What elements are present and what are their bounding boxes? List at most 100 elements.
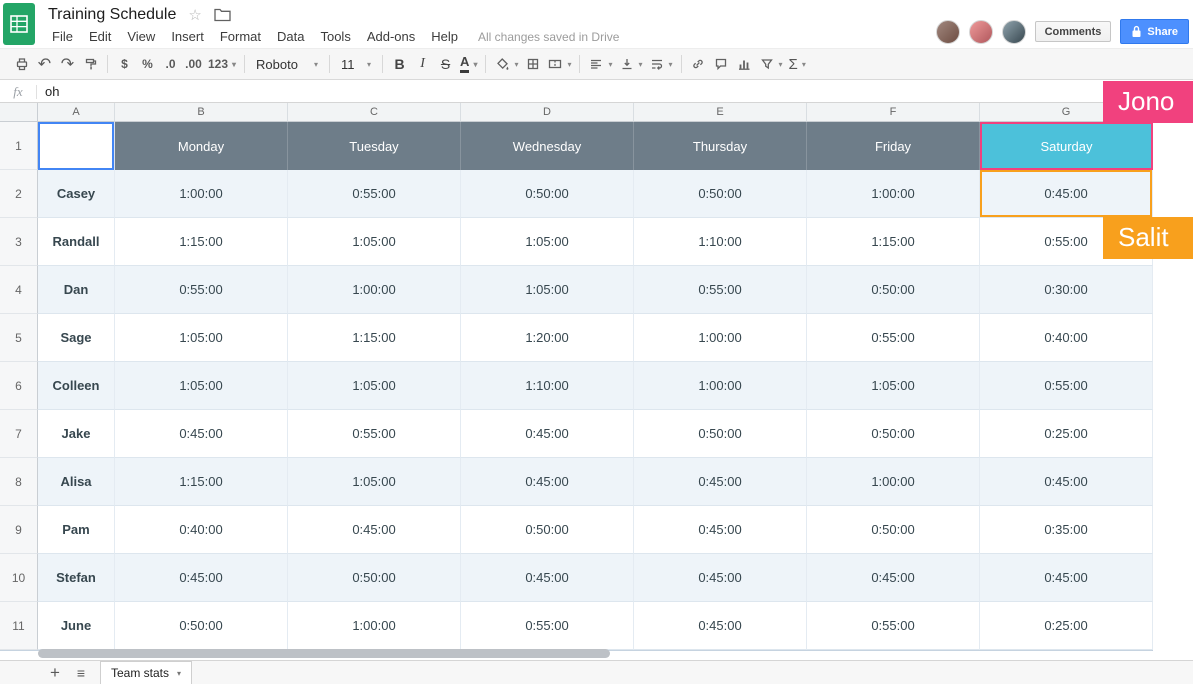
functions-button[interactable]: Σ ▾ [786, 52, 809, 76]
menu-edit[interactable]: Edit [81, 27, 119, 46]
paint-format-button[interactable] [79, 52, 102, 76]
cell-G2[interactable]: 0:45:00 [980, 170, 1153, 218]
star-icon[interactable]: ☆ [188, 8, 201, 23]
row-header-7[interactable]: 7 [0, 410, 38, 458]
cell-D4[interactable]: 1:05:00 [461, 266, 634, 314]
cell-C3[interactable]: 1:05:00 [288, 218, 461, 266]
cell-D11[interactable]: 0:55:00 [461, 602, 634, 650]
menu-view[interactable]: View [119, 27, 163, 46]
row-header-1[interactable]: 1 [0, 122, 38, 170]
cell-C10[interactable]: 0:50:00 [288, 554, 461, 602]
row-header-11[interactable]: 11 [0, 602, 38, 650]
column-header-F[interactable]: F [807, 103, 980, 122]
cell-C6[interactable]: 1:05:00 [288, 362, 461, 410]
cell-A3[interactable]: Randall [38, 218, 115, 266]
cell-E10[interactable]: 0:45:00 [634, 554, 807, 602]
chevron-down-icon[interactable]: ▾ [177, 669, 181, 678]
menu-data[interactable]: Data [269, 27, 312, 46]
column-header-B[interactable]: B [115, 103, 288, 122]
currency-format-button[interactable]: $ [113, 52, 136, 76]
cell-C2[interactable]: 0:55:00 [288, 170, 461, 218]
cell-G8[interactable]: 0:45:00 [980, 458, 1153, 506]
cell-D5[interactable]: 1:20:00 [461, 314, 634, 362]
row-header-5[interactable]: 5 [0, 314, 38, 362]
decrease-decimal-button[interactable]: .0 [159, 52, 182, 76]
cell-C1[interactable]: Tuesday [288, 122, 461, 170]
cell-C7[interactable]: 0:55:00 [288, 410, 461, 458]
row-header-2[interactable]: 2 [0, 170, 38, 218]
row-header-10[interactable]: 10 [0, 554, 38, 602]
cell-D1[interactable]: Wednesday [461, 122, 634, 170]
merge-cells-button[interactable]: ▾ [544, 52, 574, 76]
more-formats-button[interactable]: 123 ▾ [205, 52, 239, 76]
menu-addons[interactable]: Add-ons [359, 27, 423, 46]
cell-C9[interactable]: 0:45:00 [288, 506, 461, 554]
cell-D2[interactable]: 0:50:00 [461, 170, 634, 218]
insert-comment-button[interactable] [710, 52, 733, 76]
borders-button[interactable] [521, 52, 544, 76]
column-header-C[interactable]: C [288, 103, 461, 122]
cell-C5[interactable]: 1:15:00 [288, 314, 461, 362]
document-title[interactable]: Training Schedule [48, 6, 176, 24]
cell-G11[interactable]: 0:25:00 [980, 602, 1153, 650]
comments-button[interactable]: Comments [1035, 21, 1112, 42]
cell-G6[interactable]: 0:55:00 [980, 362, 1153, 410]
cell-D3[interactable]: 1:05:00 [461, 218, 634, 266]
cell-D6[interactable]: 1:10:00 [461, 362, 634, 410]
cell-G10[interactable]: 0:45:00 [980, 554, 1153, 602]
text-wrap-button[interactable]: ▾ [646, 52, 676, 76]
cell-B6[interactable]: 1:05:00 [115, 362, 288, 410]
font-size-dropdown[interactable]: 11 ▾ [335, 52, 377, 76]
cell-F8[interactable]: 1:00:00 [807, 458, 980, 506]
cell-F6[interactable]: 1:05:00 [807, 362, 980, 410]
horizontal-align-button[interactable]: ▾ [585, 52, 615, 76]
column-header-D[interactable]: D [461, 103, 634, 122]
cell-E3[interactable]: 1:10:00 [634, 218, 807, 266]
sheets-logo-icon[interactable] [3, 3, 35, 45]
row-header-6[interactable]: 6 [0, 362, 38, 410]
cell-A9[interactable]: Pam [38, 506, 115, 554]
cell-G9[interactable]: 0:35:00 [980, 506, 1153, 554]
cell-A1[interactable] [38, 122, 115, 170]
menu-help[interactable]: Help [423, 27, 466, 46]
row-header-3[interactable]: 3 [0, 218, 38, 266]
cell-A6[interactable]: Colleen [38, 362, 115, 410]
cell-F4[interactable]: 0:50:00 [807, 266, 980, 314]
percent-format-button[interactable]: % [136, 52, 159, 76]
cell-C4[interactable]: 1:00:00 [288, 266, 461, 314]
cell-B10[interactable]: 0:45:00 [115, 554, 288, 602]
cell-A10[interactable]: Stefan [38, 554, 115, 602]
cell-B3[interactable]: 1:15:00 [115, 218, 288, 266]
select-all-corner[interactable] [0, 103, 38, 122]
cell-E1[interactable]: Thursday [634, 122, 807, 170]
collaborator-avatar-2[interactable] [969, 20, 993, 44]
insert-link-button[interactable] [687, 52, 710, 76]
cell-C8[interactable]: 1:05:00 [288, 458, 461, 506]
strikethrough-button[interactable]: S [434, 52, 457, 76]
cell-E7[interactable]: 0:50:00 [634, 410, 807, 458]
cell-B8[interactable]: 1:15:00 [115, 458, 288, 506]
cell-A8[interactable]: Alisa [38, 458, 115, 506]
menu-format[interactable]: Format [212, 27, 269, 46]
cell-F2[interactable]: 1:00:00 [807, 170, 980, 218]
cell-E9[interactable]: 0:45:00 [634, 506, 807, 554]
collaborator-avatar-3[interactable] [1002, 20, 1026, 44]
text-color-button[interactable]: A ▾ [457, 52, 480, 76]
cell-E2[interactable]: 0:50:00 [634, 170, 807, 218]
cell-F7[interactable]: 0:50:00 [807, 410, 980, 458]
cell-C11[interactable]: 1:00:00 [288, 602, 461, 650]
cell-E6[interactable]: 1:00:00 [634, 362, 807, 410]
cell-D8[interactable]: 0:45:00 [461, 458, 634, 506]
cell-B1[interactable]: Monday [115, 122, 288, 170]
bold-button[interactable]: B [388, 52, 411, 76]
column-header-E[interactable]: E [634, 103, 807, 122]
increase-decimal-button[interactable]: .00 [182, 52, 205, 76]
italic-button[interactable]: I [411, 52, 434, 76]
cell-E8[interactable]: 0:45:00 [634, 458, 807, 506]
cell-B11[interactable]: 0:50:00 [115, 602, 288, 650]
menu-file[interactable]: File [44, 27, 81, 46]
redo-button[interactable]: ↷ [56, 52, 79, 76]
cell-G7[interactable]: 0:25:00 [980, 410, 1153, 458]
cell-B2[interactable]: 1:00:00 [115, 170, 288, 218]
cell-E5[interactable]: 1:00:00 [634, 314, 807, 362]
